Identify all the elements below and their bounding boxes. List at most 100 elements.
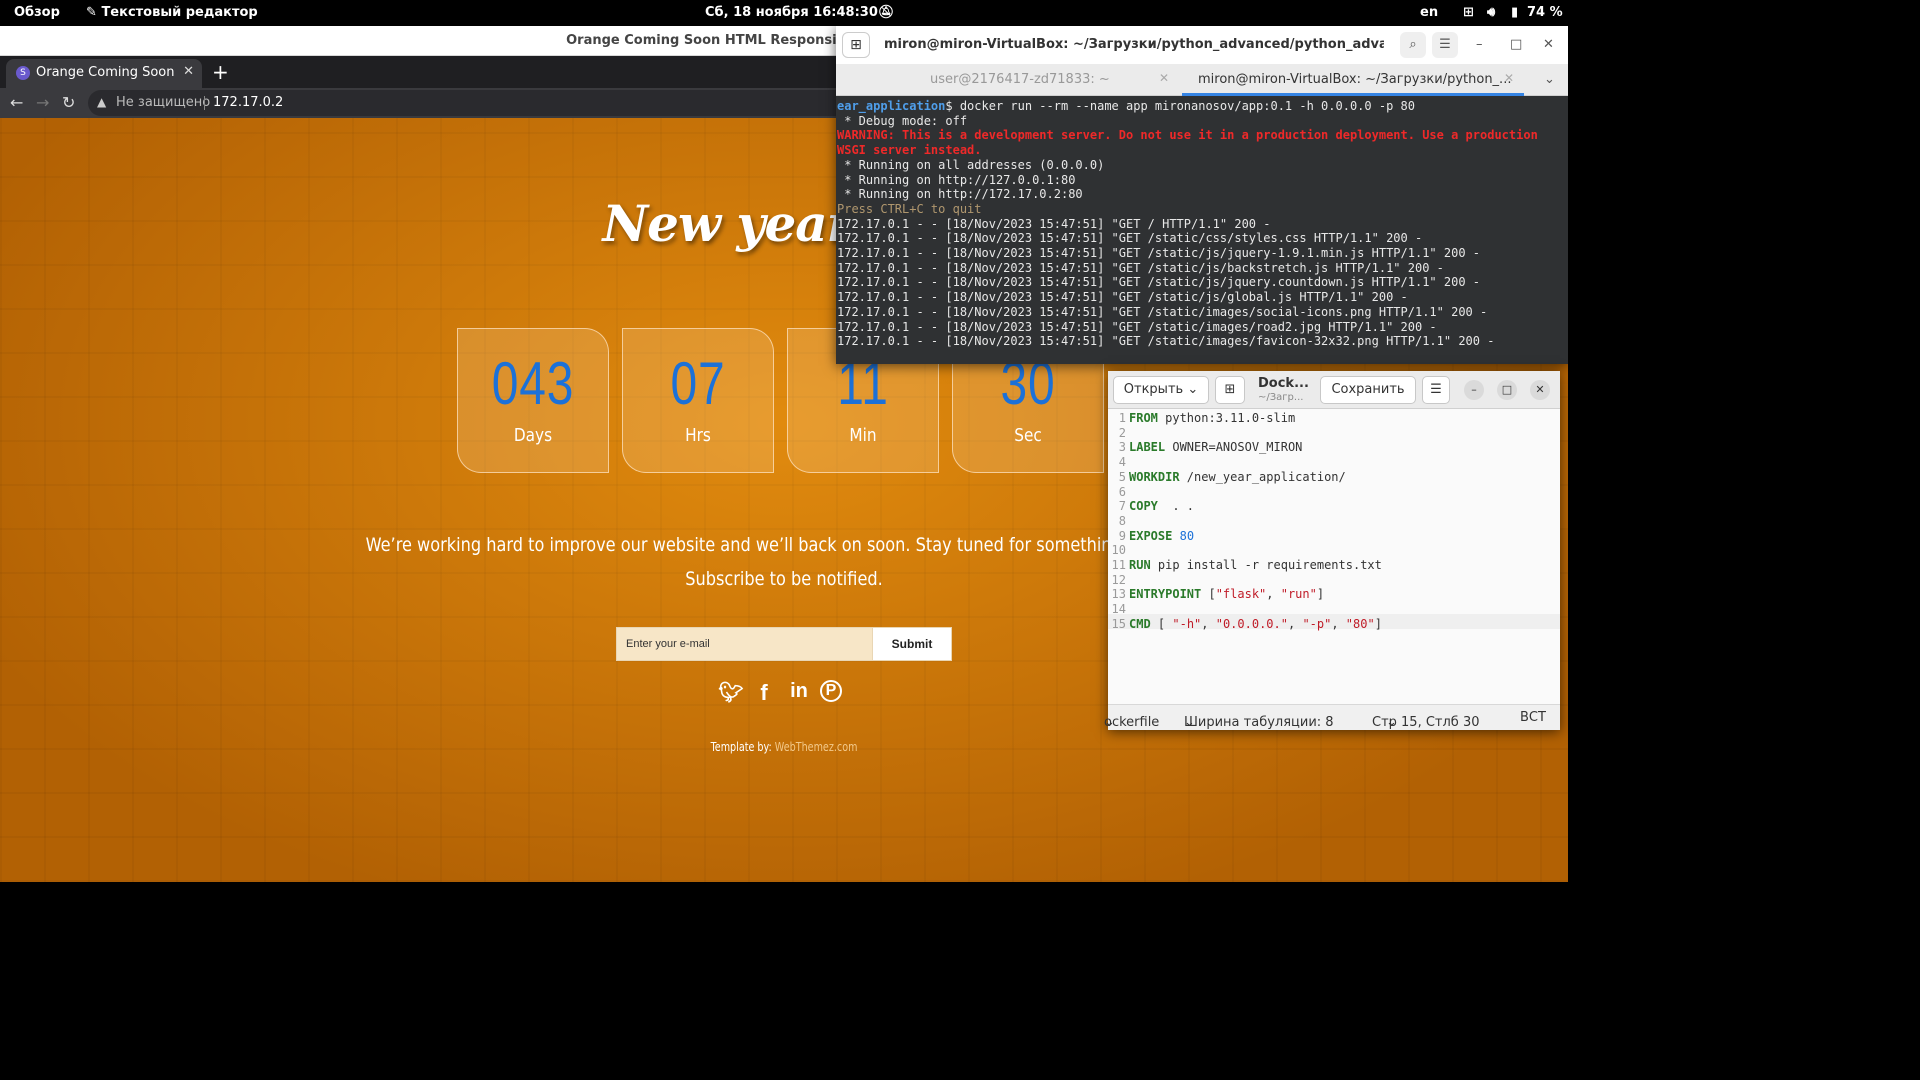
line-number: 8 <box>1118 513 1126 528</box>
email-input[interactable] <box>616 627 873 661</box>
text-editor-icon: ✎ <box>86 5 97 20</box>
menu-icon[interactable]: ☰ <box>1432 32 1458 58</box>
editor-text-area[interactable]: 1 FROM python:3.11.0-slim 2 3 LABEL OWNER=AN… <box>1108 409 1560 704</box>
code-line[interactable]: ENTRYPOINT ["flask", "run"] <box>1129 587 1324 602</box>
output-line: * Debug mode: off <box>837 113 968 128</box>
code-line[interactable]: FROM python:3.11.0-slim <box>1129 411 1295 426</box>
code-line[interactable]: RUN pip install -r requirements.txt <box>1129 558 1382 573</box>
facebook-icon[interactable]: f <box>751 680 777 706</box>
code-line[interactable]: LABEL OWNER=ANOSOV_MIRON <box>1129 440 1302 455</box>
line-number: 13 <box>1111 587 1126 602</box>
countdown-unit: Hrs <box>685 425 711 446</box>
insert-mode[interactable]: ВСТ <box>1520 710 1546 725</box>
log-line: 172.17.0.1 - - [18/Nov/2023 15:47:51] "G… <box>837 260 1444 275</box>
menu-button[interactable]: ☰ <box>1422 376 1450 404</box>
line-number: 6 <box>1118 484 1126 499</box>
close-tab-icon[interactable]: ✕ <box>1504 71 1514 85</box>
terminal-window: ⊞ miron@miron-VirtualBox: ~/Загрузки/pyt… <box>836 26 1568 364</box>
linkedin-icon[interactable]: in <box>786 680 812 706</box>
twitter-icon[interactable]: 🐦︎ <box>718 680 744 706</box>
credit-link[interactable]: WebThemez.com <box>775 740 858 754</box>
close-tab-icon[interactable]: ✕ <box>183 64 194 79</box>
volume-icon[interactable]: 🔊︎ <box>1487 5 1495 20</box>
code-line[interactable]: COPY . . <box>1129 499 1194 514</box>
code-line[interactable]: EXPOSE 80 <box>1129 529 1194 544</box>
file-path: ~/Загр... <box>1258 392 1304 403</box>
clock[interactable]: Сб, 18 ноября 16:48:30 <box>705 5 878 20</box>
line-number: 14 <box>1111 602 1126 617</box>
keyboard-layout[interactable]: en <box>1420 5 1438 20</box>
browser-tab[interactable]: S Orange Coming Soon ✕ <box>6 59 202 88</box>
battery-level: 74 % <box>1527 5 1563 20</box>
activities-button[interactable]: Обзор <box>14 5 60 20</box>
log-line: 172.17.0.1 - - [18/Nov/2023 15:47:51] "G… <box>837 319 1437 334</box>
template-credit: Template by: WebThemez.com <box>157 740 1411 754</box>
log-line: 172.17.0.1 - - [18/Nov/2023 15:47:51] "G… <box>837 304 1488 319</box>
credit-prefix: Template by: <box>710 740 772 754</box>
new-tab-button[interactable]: ⊞ <box>1215 376 1245 404</box>
chevron-down-icon: ⌄ <box>1386 715 1397 730</box>
output-line: * Running on http://127.0.0.1:80 <box>837 172 1076 187</box>
editor-statusbar: ockerfile ⌄ Ширина табуляции: 8 ⌄ Стр 15… <box>1104 704 1560 730</box>
terminal-tab[interactable]: user@2176417-zd71833: ~ ✕ <box>836 64 1178 96</box>
warning-line: WARNING: This is a development server. D… <box>837 128 1538 143</box>
maximize-icon[interactable]: □ <box>1510 37 1522 52</box>
search-icon[interactable]: ⌕ <box>1400 32 1426 58</box>
menu-icon: ☰ <box>1430 382 1442 397</box>
minimize-icon[interactable]: – <box>1476 37 1483 52</box>
subscribe-form: Submit <box>616 627 952 661</box>
app-name: Текстовый редактор <box>101 5 258 20</box>
code-line[interactable]: WORKDIR /new_year_application/ <box>1129 470 1346 485</box>
terminal-tab-active[interactable]: miron@miron-VirtualBox: ~/Загрузки/pytho… <box>1182 64 1524 96</box>
save-button[interactable]: Сохранить <box>1320 376 1416 404</box>
address-separator <box>204 96 205 110</box>
line-number: 5 <box>1118 469 1126 484</box>
notifications-off-icon: 🔕︎ <box>878 5 895 20</box>
maximize-icon[interactable]: □ <box>1497 380 1517 400</box>
code-line[interactable]: CMD [ "-h", "0.0.0.0.", "-p", "80"] <box>1129 617 1382 632</box>
close-icon[interactable]: ✕ <box>1530 380 1550 400</box>
log-line: 172.17.0.1 - - [18/Nov/2023 15:47:51] "G… <box>837 231 1423 246</box>
minimize-icon[interactable]: – <box>1464 380 1484 400</box>
log-line: 172.17.0.1 - - [18/Nov/2023 15:47:51] "G… <box>837 216 1271 231</box>
terminal-headerbar: ⊞ miron@miron-VirtualBox: ~/Загрузки/pyt… <box>836 26 1568 64</box>
line-number: 9 <box>1118 528 1126 543</box>
terminal-output[interactable]: ear_application$ docker run --rm --name … <box>836 99 1568 361</box>
countdown-unit: Sec <box>1014 425 1042 446</box>
log-line: 172.17.0.1 - - [18/Nov/2023 15:47:51] "G… <box>837 246 1480 261</box>
output-line: * Running on http://172.17.0.2:80 <box>837 187 1083 202</box>
new-tab-button[interactable]: + <box>212 60 229 84</box>
address-bar[interactable]: ▲ Не защищено 172.17.0.2 <box>88 90 848 116</box>
terminal-title: miron@miron-VirtualBox: ~/Загрузки/pytho… <box>884 37 1384 52</box>
line-number: 7 <box>1118 499 1126 514</box>
line-number: 15 <box>1111 616 1126 631</box>
line-number: 4 <box>1118 455 1126 470</box>
network-icon[interactable]: ⊞ <box>1463 5 1474 20</box>
line-number: 10 <box>1111 543 1126 558</box>
new-tab-icon[interactable]: ⊞ <box>842 32 870 58</box>
log-line: 172.17.0.1 - - [18/Nov/2023 15:47:51] "G… <box>837 290 1408 305</box>
reload-icon[interactable]: ↻ <box>62 93 75 112</box>
log-line: 172.17.0.1 - - [18/Nov/2023 15:47:51] "G… <box>837 334 1495 349</box>
log-line: 172.17.0.1 - - [18/Nov/2023 15:47:51] "G… <box>837 275 1480 290</box>
line-number: 11 <box>1111 558 1126 572</box>
url-text[interactable]: 172.17.0.2 <box>213 95 283 110</box>
close-icon[interactable]: ✕ <box>1543 37 1554 52</box>
forward-icon[interactable]: → <box>36 93 49 112</box>
warning-icon[interactable]: ▲ <box>97 95 106 109</box>
back-icon[interactable]: ← <box>10 93 23 112</box>
pinterest-icon[interactable]: P <box>820 680 842 702</box>
countdown-value: 07 <box>670 350 726 417</box>
tabs-dropdown-icon[interactable]: ⌄ <box>1544 72 1555 87</box>
editor-headerbar: Открыть ⌄ ⊞ Dock... ~/Загр... Сохранить … <box>1108 371 1560 409</box>
security-label[interactable]: Не защищено <box>116 95 210 110</box>
battery-icon[interactable]: ▮ <box>1511 5 1518 20</box>
terminal-tab-title: miron@miron-VirtualBox: ~/Загрузки/pytho… <box>1198 72 1512 87</box>
close-tab-icon[interactable]: ✕ <box>1159 71 1169 85</box>
app-menu[interactable]: ✎ Текстовый редактор <box>86 5 258 20</box>
chevron-down-icon: ⌄ <box>1184 715 1195 730</box>
output-line: * Running on all addresses (0.0.0.0) <box>837 157 1105 172</box>
submit-button[interactable]: Submit <box>872 627 952 661</box>
line-number: 3 <box>1118 440 1126 455</box>
open-button[interactable]: Открыть ⌄ <box>1113 376 1209 404</box>
